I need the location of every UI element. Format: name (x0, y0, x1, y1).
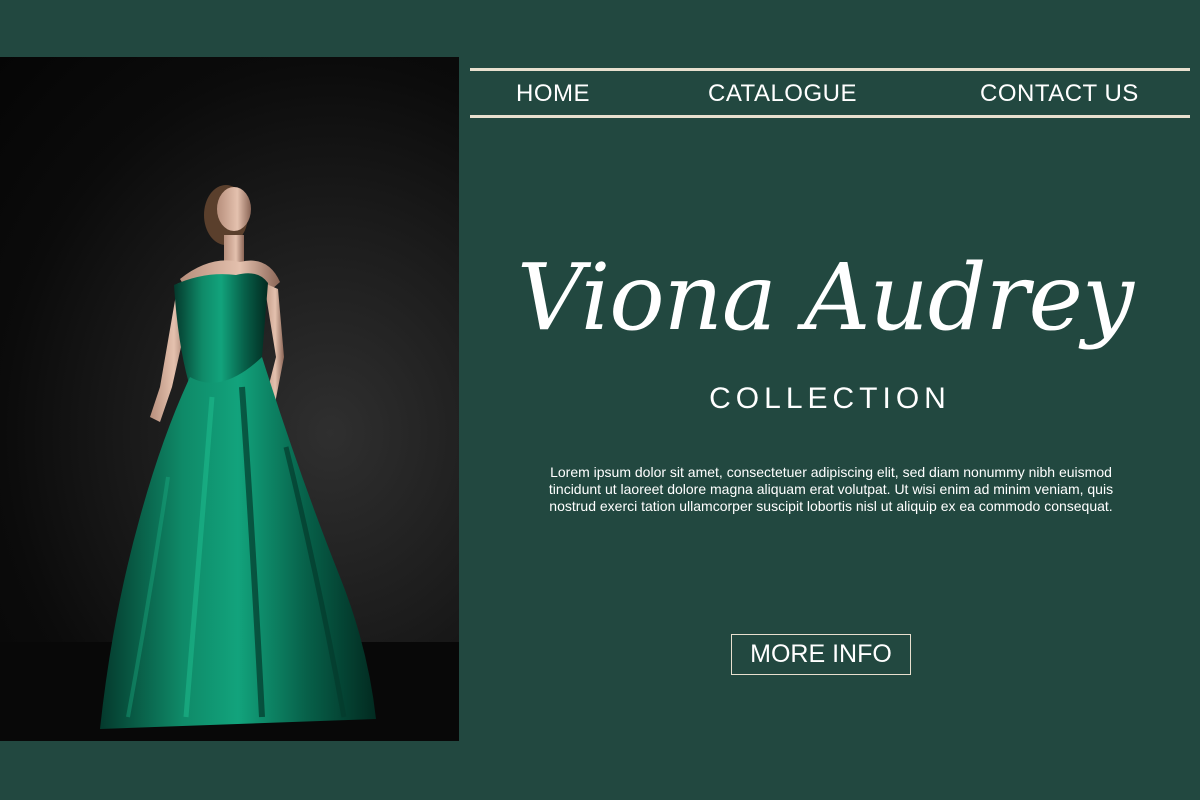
more-info-button[interactable]: MORE INFO (731, 634, 911, 675)
main-navigation: HOME CATALOGUE CONTACT US (470, 68, 1190, 118)
collection-description: Lorem ipsum dolor sit amet, consectetuer… (548, 464, 1114, 514)
hero-photo (0, 57, 459, 741)
model-in-green-gown-image (0, 185, 459, 741)
nav-contact-us-link[interactable]: CONTACT US (980, 71, 1139, 115)
nav-catalogue-link[interactable]: CATALOGUE (708, 71, 857, 115)
nav-home-link[interactable]: HOME (516, 71, 590, 115)
brand-title: Viona Audrey (517, 244, 1134, 351)
brand-subtitle: COLLECTION (709, 382, 951, 415)
